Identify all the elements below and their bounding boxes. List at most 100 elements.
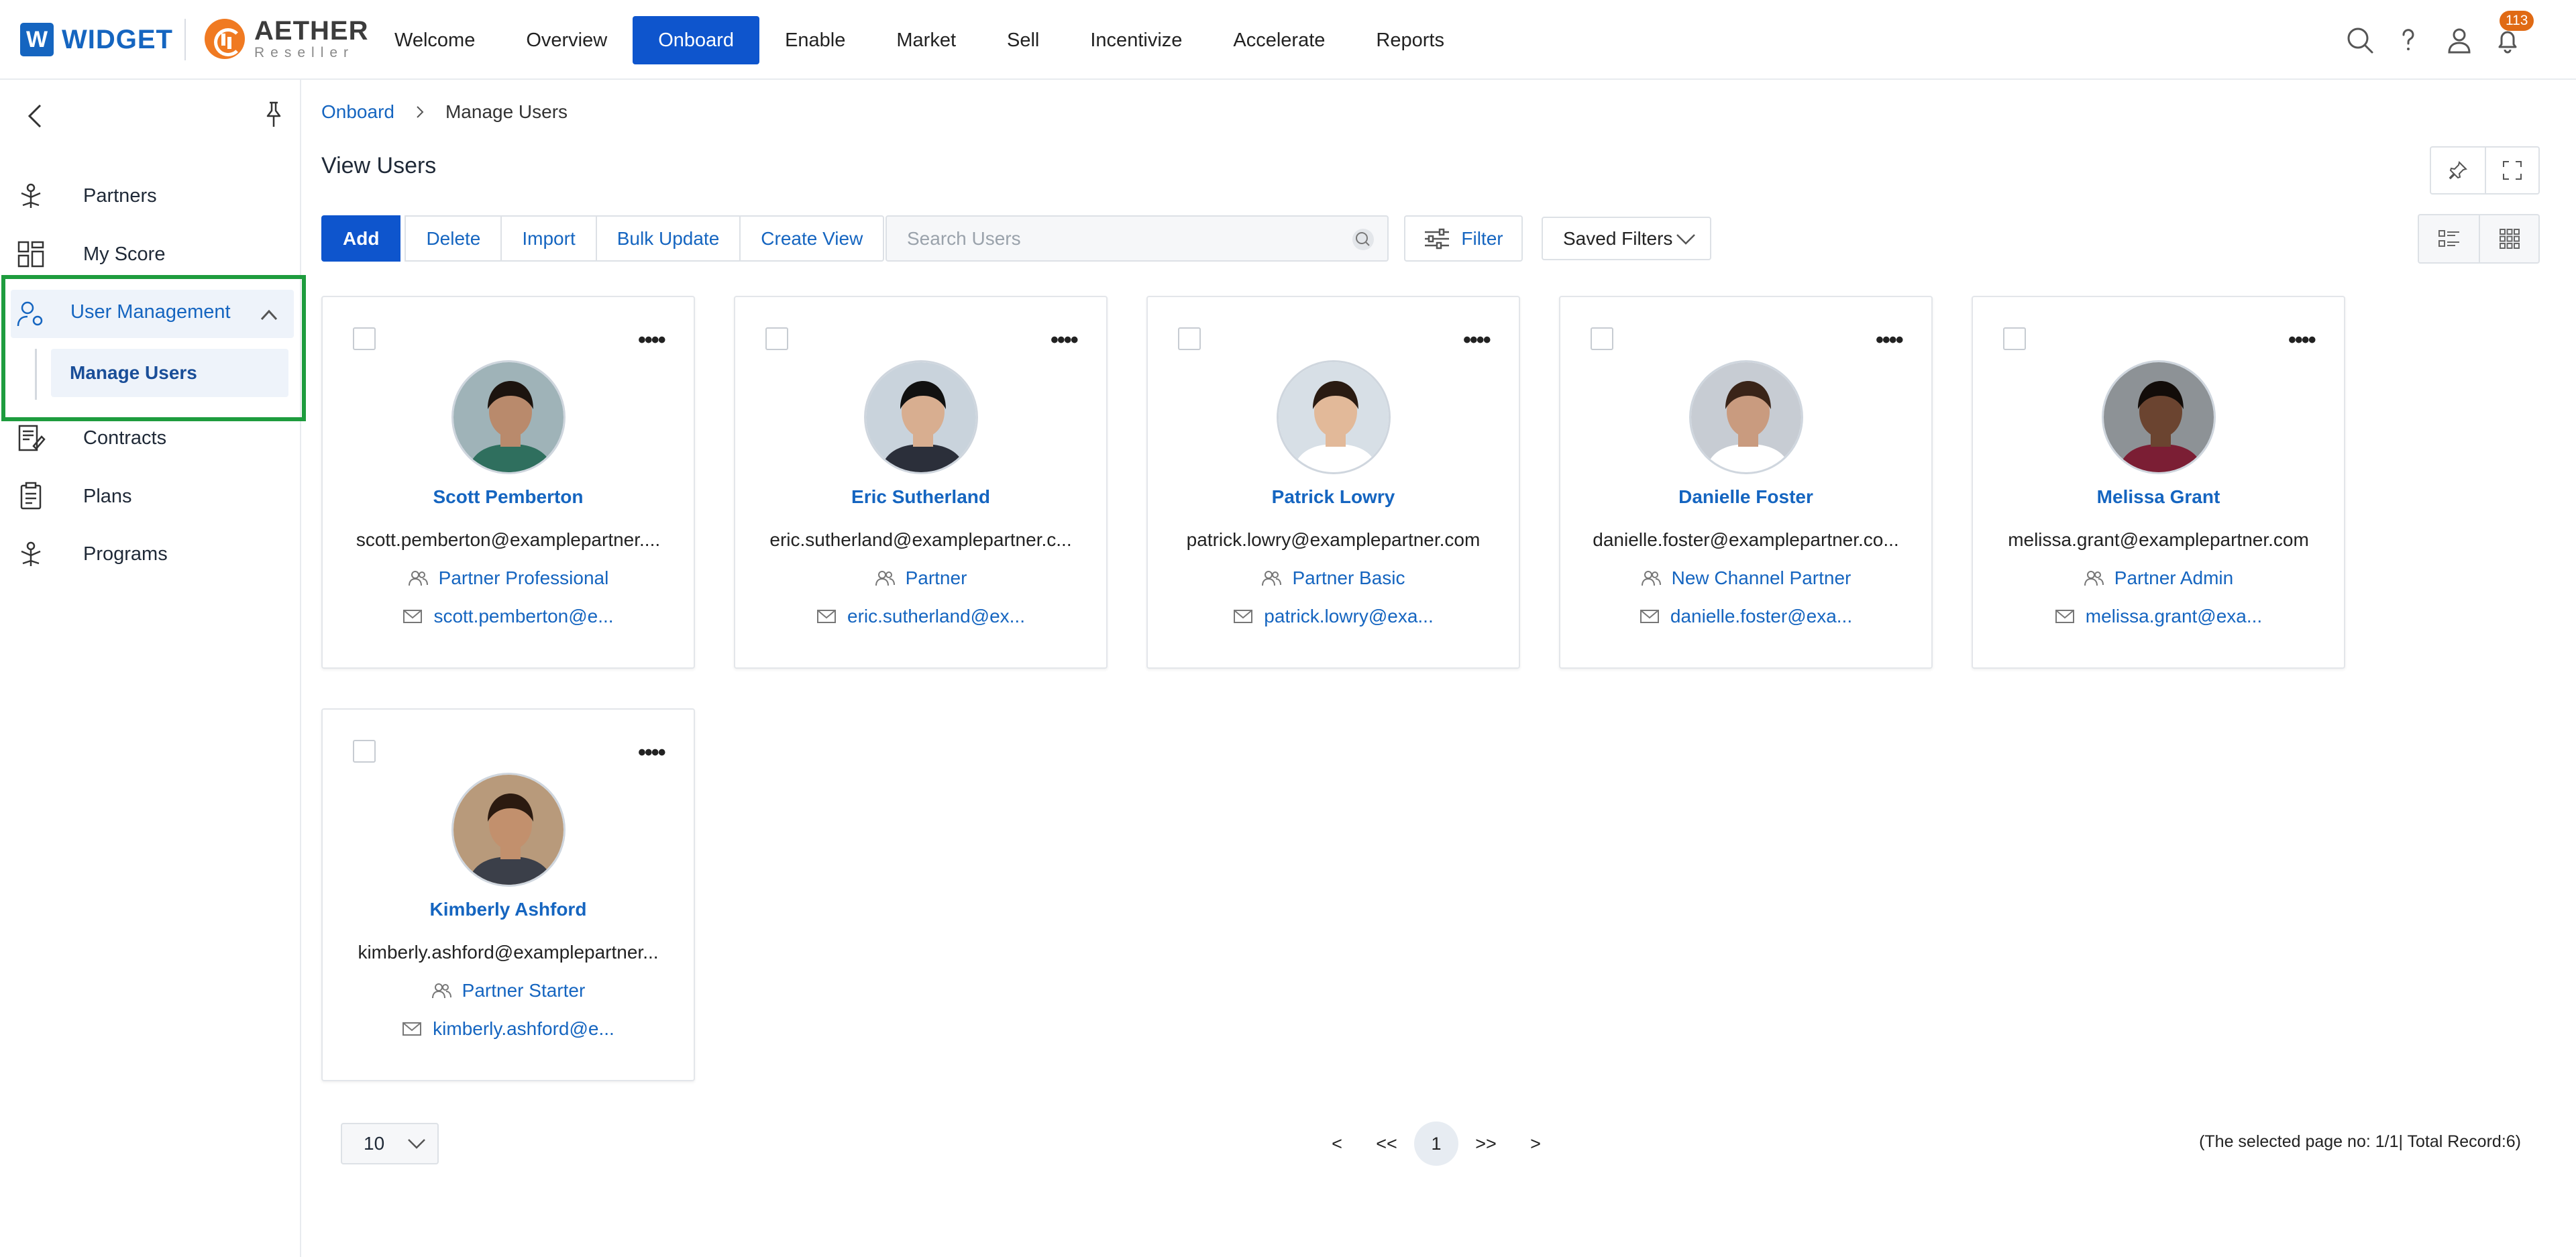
breadcrumb-current: Manage Users [445,101,568,122]
add-user-button[interactable]: Add [321,215,401,262]
fullscreen-button[interactable] [2485,148,2538,193]
search-icon[interactable] [1351,227,1375,252]
bulk-update-button[interactable]: Bulk Update [595,217,740,260]
user-role: Partner Starter [323,980,694,1001]
user-name-link[interactable]: Melissa Grant [1973,486,2344,508]
delete-button[interactable]: Delete [406,217,500,260]
collapse-sidebar-icon[interactable] [24,101,48,131]
nav-accelerate[interactable]: Accelerate [1208,16,1350,64]
user-card-checkbox[interactable] [765,327,788,350]
more-options-icon[interactable]: •••• [1876,329,1904,351]
list-view-button[interactable] [2419,215,2479,262]
nav-incentivize[interactable]: Incentivize [1065,16,1208,64]
user-mail[interactable]: patrick.lowry@exa... [1148,606,1519,627]
help-icon[interactable] [2394,25,2423,55]
more-options-icon[interactable]: •••• [638,741,666,764]
user-card-checkbox[interactable] [1178,327,1201,350]
sidebar-item-programs[interactable]: Programs [16,534,168,574]
search-icon[interactable] [2345,25,2375,55]
widget-logo[interactable]: W WIDGET [20,21,173,58]
user-name-link[interactable]: Eric Sutherland [735,486,1106,508]
user-email: danielle.foster@examplepartner.co... [1593,529,1899,550]
sliders-icon [1425,228,1450,249]
user-role-label: Partner Starter [462,980,586,1001]
user-card[interactable]: •••• Melissa Grant melissa.grant@examplepa… [1972,296,2345,669]
first-page-button[interactable]: << [1364,1122,1409,1166]
page-number-button[interactable]: 1 [1414,1122,1458,1166]
user-name-link[interactable]: Danielle Foster [1560,486,1931,508]
widget-logo-text: WIDGET [62,24,173,54]
user-mail-link[interactable]: eric.sutherland@ex... [847,606,1025,627]
user-mail-link[interactable]: danielle.foster@exa... [1670,606,1852,627]
users-icon [1641,571,1661,586]
programs-icon [21,541,41,566]
sidebar-item-contracts[interactable]: Contracts [16,418,166,458]
nav-enable[interactable]: Enable [759,16,871,64]
create-view-button[interactable]: Create View [739,217,883,260]
user-name-link[interactable]: Patrick Lowry [1148,486,1519,508]
user-card[interactable]: •••• Kimberly Ashford kimberly.ashford@exa… [321,708,695,1081]
avatar [1277,360,1391,474]
next-page-button[interactable]: > [1513,1122,1558,1166]
users-icon [875,571,895,586]
more-options-icon[interactable]: •••• [1463,329,1491,351]
user-card-checkbox[interactable] [1591,327,1613,350]
user-card[interactable]: •••• Patrick Lowry patrick.lowry@examplepa… [1146,296,1520,669]
user-mail-link[interactable]: scott.pemberton@e... [433,606,613,627]
user-name-link[interactable]: Kimberly Ashford [323,899,694,920]
user-mail[interactable]: eric.sutherland@ex... [735,606,1106,627]
users-icon [1262,571,1282,586]
nav-sell[interactable]: Sell [981,16,1065,64]
user-name-link[interactable]: Scott Pemberton [323,486,694,508]
sidebar-item-plans[interactable]: Plans [16,476,132,516]
user-mail-link[interactable]: patrick.lowry@exa... [1264,606,1434,627]
user-card-checkbox[interactable] [353,740,376,763]
user-mail-link[interactable]: kimberly.ashford@e... [433,1018,614,1040]
more-options-icon[interactable]: •••• [638,329,666,351]
user-role: Partner Basic [1148,567,1519,589]
nav-reports[interactable]: Reports [1350,16,1470,64]
user-card-checkbox[interactable] [2003,327,2026,350]
user-card-checkbox[interactable] [353,327,376,350]
pin-icon [2449,161,2467,180]
nav-market[interactable]: Market [871,16,981,64]
more-options-icon[interactable]: •••• [1051,329,1079,351]
page-title: View Users [321,153,437,178]
user-mail-link[interactable]: melissa.grant@exa... [2086,606,2262,627]
mail-icon [817,610,836,623]
nav-overview[interactable]: Overview [500,16,633,64]
notification-count-badge: 113 [2500,11,2534,31]
pin-view-button[interactable] [2431,148,2485,193]
saved-filters-dropdown[interactable]: Saved Filters [1542,217,1711,260]
user-card[interactable]: •••• Scott Pemberton scott.pemberton@examp… [321,296,695,669]
prev-page-button[interactable]: < [1315,1122,1359,1166]
last-page-button[interactable]: >> [1464,1122,1508,1166]
more-options-icon[interactable]: •••• [2288,329,2316,351]
user-role-label: Partner [905,567,967,588]
breadcrumb-parent-link[interactable]: Onboard [321,101,394,123]
user-role-label: Partner Basic [1292,567,1405,588]
search-placeholder: Search Users [907,227,1021,249]
clipboard-icon [20,482,42,510]
import-button[interactable]: Import [500,217,595,260]
page-size-select[interactable]: 10 [341,1123,439,1164]
user-icon[interactable] [2445,25,2474,55]
filter-button[interactable]: Filter [1404,215,1523,262]
nav-welcome[interactable]: Welcome [369,16,500,64]
sidebar-item-my-score[interactable]: My Score [16,234,165,274]
nav-onboard[interactable]: Onboard [633,16,760,64]
pin-sidebar-icon[interactable] [262,100,286,129]
partners-icon [21,183,41,208]
user-mail[interactable]: kimberly.ashford@e... [323,1018,694,1040]
search-input[interactable]: Search Users [885,215,1389,262]
aether-logo[interactable]: AETHER Reseller [205,17,368,60]
grid-view-button[interactable] [2479,215,2538,262]
sidebar-item-partners[interactable]: Partners [16,176,157,216]
user-mail[interactable]: scott.pemberton@e... [323,606,694,627]
list-view-icon [2438,230,2459,247]
user-card[interactable]: •••• Danielle Foster danielle.foster@examp… [1559,296,1933,669]
user-mail[interactable]: melissa.grant@exa... [1973,606,2344,627]
user-mail[interactable]: danielle.foster@exa... [1560,606,1931,627]
record-info: (The selected page no: 1/1| Total Record… [2199,1132,2521,1151]
user-card[interactable]: •••• Eric Sutherland eric.sutherland@examp… [734,296,1108,669]
